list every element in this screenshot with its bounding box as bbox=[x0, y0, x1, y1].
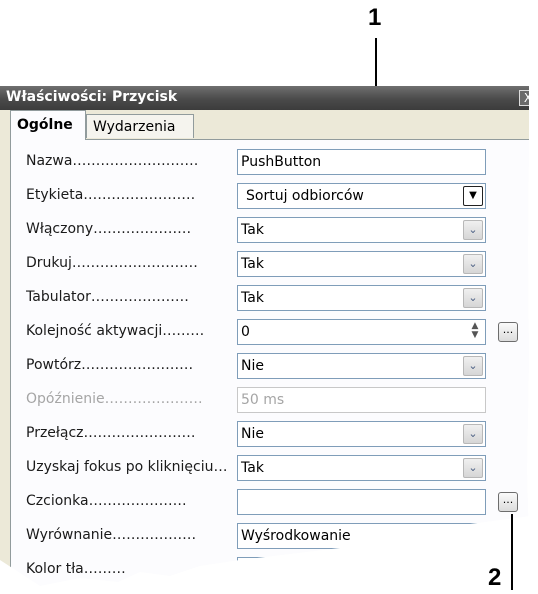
field-value: Tak bbox=[241, 256, 264, 272]
property-row-nazwa: Nazwa……………………… PushButton bbox=[11, 145, 538, 179]
callout-1: 1 bbox=[368, 4, 382, 31]
field-value: 0 bbox=[241, 324, 250, 340]
property-label: Drukuj……………………… bbox=[26, 255, 198, 271]
tab-label: Ogólne bbox=[17, 117, 73, 133]
delay-field: 50 ms bbox=[237, 387, 486, 413]
property-row-tabulator: Tabulator………………… Tak ⌄ bbox=[11, 281, 538, 315]
property-label: Włączony………………… bbox=[26, 221, 192, 237]
field-value: Nie bbox=[241, 426, 264, 442]
chevron-down-icon[interactable]: ⌄ bbox=[463, 458, 483, 478]
property-label: Nazwa……………………… bbox=[26, 153, 199, 169]
toggle-select[interactable]: Nie ⌄ bbox=[237, 421, 486, 447]
button-label: ... bbox=[502, 493, 514, 506]
property-row-etykieta: Etykieta…………………… Sortuj odbiorców ▼ bbox=[11, 179, 538, 213]
property-label: Uzyskaj fokus po kliknięciu… bbox=[26, 459, 228, 475]
close-icon: X bbox=[523, 91, 533, 105]
chevron-down-icon[interactable]: ⌄ bbox=[463, 288, 483, 308]
property-label: Kolejność aktywacji……… bbox=[26, 323, 205, 339]
font-field[interactable] bbox=[237, 489, 486, 515]
button-label: ... bbox=[502, 323, 514, 336]
close-button[interactable]: X bbox=[519, 90, 537, 106]
dialog-title: Właściwości: Przycisk bbox=[6, 89, 178, 105]
chevron-down-icon[interactable]: ⌄ bbox=[463, 356, 483, 376]
repeat-select[interactable]: Nie ⌄ bbox=[237, 353, 486, 379]
property-label: Opóźnienie………………… bbox=[26, 391, 203, 407]
tabstop-select[interactable]: Tak ⌄ bbox=[237, 285, 486, 311]
chevron-down-icon[interactable]: ⌄ bbox=[463, 424, 483, 444]
tab-label: Wydarzenia bbox=[93, 119, 176, 135]
general-panel: Nazwa……………………… PushButton Etykieta………………… bbox=[10, 139, 538, 594]
field-value: 50 ms bbox=[241, 392, 285, 408]
background-color-field[interactable] bbox=[237, 557, 486, 583]
tab-order-spinner[interactable]: 0 ▲ ▼ bbox=[237, 319, 486, 345]
field-value: PushButton bbox=[241, 154, 322, 170]
field-value: Tak bbox=[241, 460, 264, 476]
property-row-przelacz: Przełącz…………………… Nie ⌄ bbox=[11, 417, 538, 451]
chevron-down-icon[interactable]: ⌄ bbox=[463, 220, 483, 240]
property-label: Przełącz…………………… bbox=[26, 425, 196, 441]
chevron-down-icon[interactable]: ⌄ bbox=[463, 526, 483, 546]
property-row-wyrownanie: Wyrównanie……………… Wyśrodkowanie ⌄ bbox=[11, 519, 538, 553]
property-row-wlaczony: Włączony………………… Tak ⌄ bbox=[11, 213, 538, 247]
name-field[interactable]: PushButton bbox=[237, 149, 486, 175]
property-label: Wyrównanie……………… bbox=[26, 527, 197, 543]
field-value: Tak bbox=[241, 290, 264, 306]
callout-2-label: 2 bbox=[488, 564, 502, 591]
alignment-select[interactable]: Wyśrodkowanie ⌄ bbox=[237, 523, 486, 549]
tab-order-browse-button[interactable]: ... bbox=[498, 322, 518, 342]
chevron-down-icon[interactable]: ▼ bbox=[463, 186, 483, 206]
font-browse-button[interactable]: ... bbox=[498, 492, 518, 512]
properties-dialog: Właściwości: Przycisk X Ogólne Wydarzeni… bbox=[0, 86, 538, 594]
property-row-kolor-tla: Kolor tła……… bbox=[11, 553, 538, 587]
chevron-down-icon[interactable]: ⌄ bbox=[463, 254, 483, 274]
field-value: Tak bbox=[241, 222, 264, 238]
enabled-select[interactable]: Tak ⌄ bbox=[237, 217, 486, 243]
field-value: Sortuj odbiorców bbox=[246, 188, 364, 204]
property-row-kolejnosc: Kolejność aktywacji……… 0 ▲ ▼ ... bbox=[11, 315, 538, 349]
property-label: Powtórz…………………… bbox=[26, 357, 194, 373]
tab-ogolne[interactable]: Ogólne bbox=[10, 110, 86, 140]
spin-arrows-icon[interactable]: ▲ ▼ bbox=[467, 322, 483, 342]
property-row-czcionka: Czcionka………………… ... bbox=[11, 485, 538, 519]
field-value: Nie bbox=[241, 358, 264, 374]
property-label: Tabulator………………… bbox=[26, 289, 189, 305]
label-field[interactable]: Sortuj odbiorców ▼ bbox=[237, 183, 486, 209]
field-value: Wyśrodkowanie bbox=[241, 528, 351, 544]
property-label: Kolor tła……… bbox=[26, 561, 126, 577]
property-row-powtorz: Powtórz…………………… Nie ⌄ bbox=[11, 349, 538, 383]
callout-2-line-top bbox=[511, 514, 513, 590]
print-select[interactable]: Tak ⌄ bbox=[237, 251, 486, 277]
property-row-opoznienie: Opóźnienie………………… 50 ms bbox=[11, 383, 538, 417]
property-label: Czcionka………………… bbox=[26, 493, 187, 509]
tab-wydarzenia[interactable]: Wydarzenia bbox=[86, 114, 194, 138]
focus-on-click-select[interactable]: Tak ⌄ bbox=[237, 455, 486, 481]
title-bar: Właściwości: Przycisk X bbox=[0, 86, 538, 110]
property-label: Etykieta…………………… bbox=[26, 187, 196, 203]
property-row-fokus: Uzyskaj fokus po kliknięciu… Tak ⌄ bbox=[11, 451, 538, 485]
property-row-drukuj: Drukuj……………………… Tak ⌄ bbox=[11, 247, 538, 281]
